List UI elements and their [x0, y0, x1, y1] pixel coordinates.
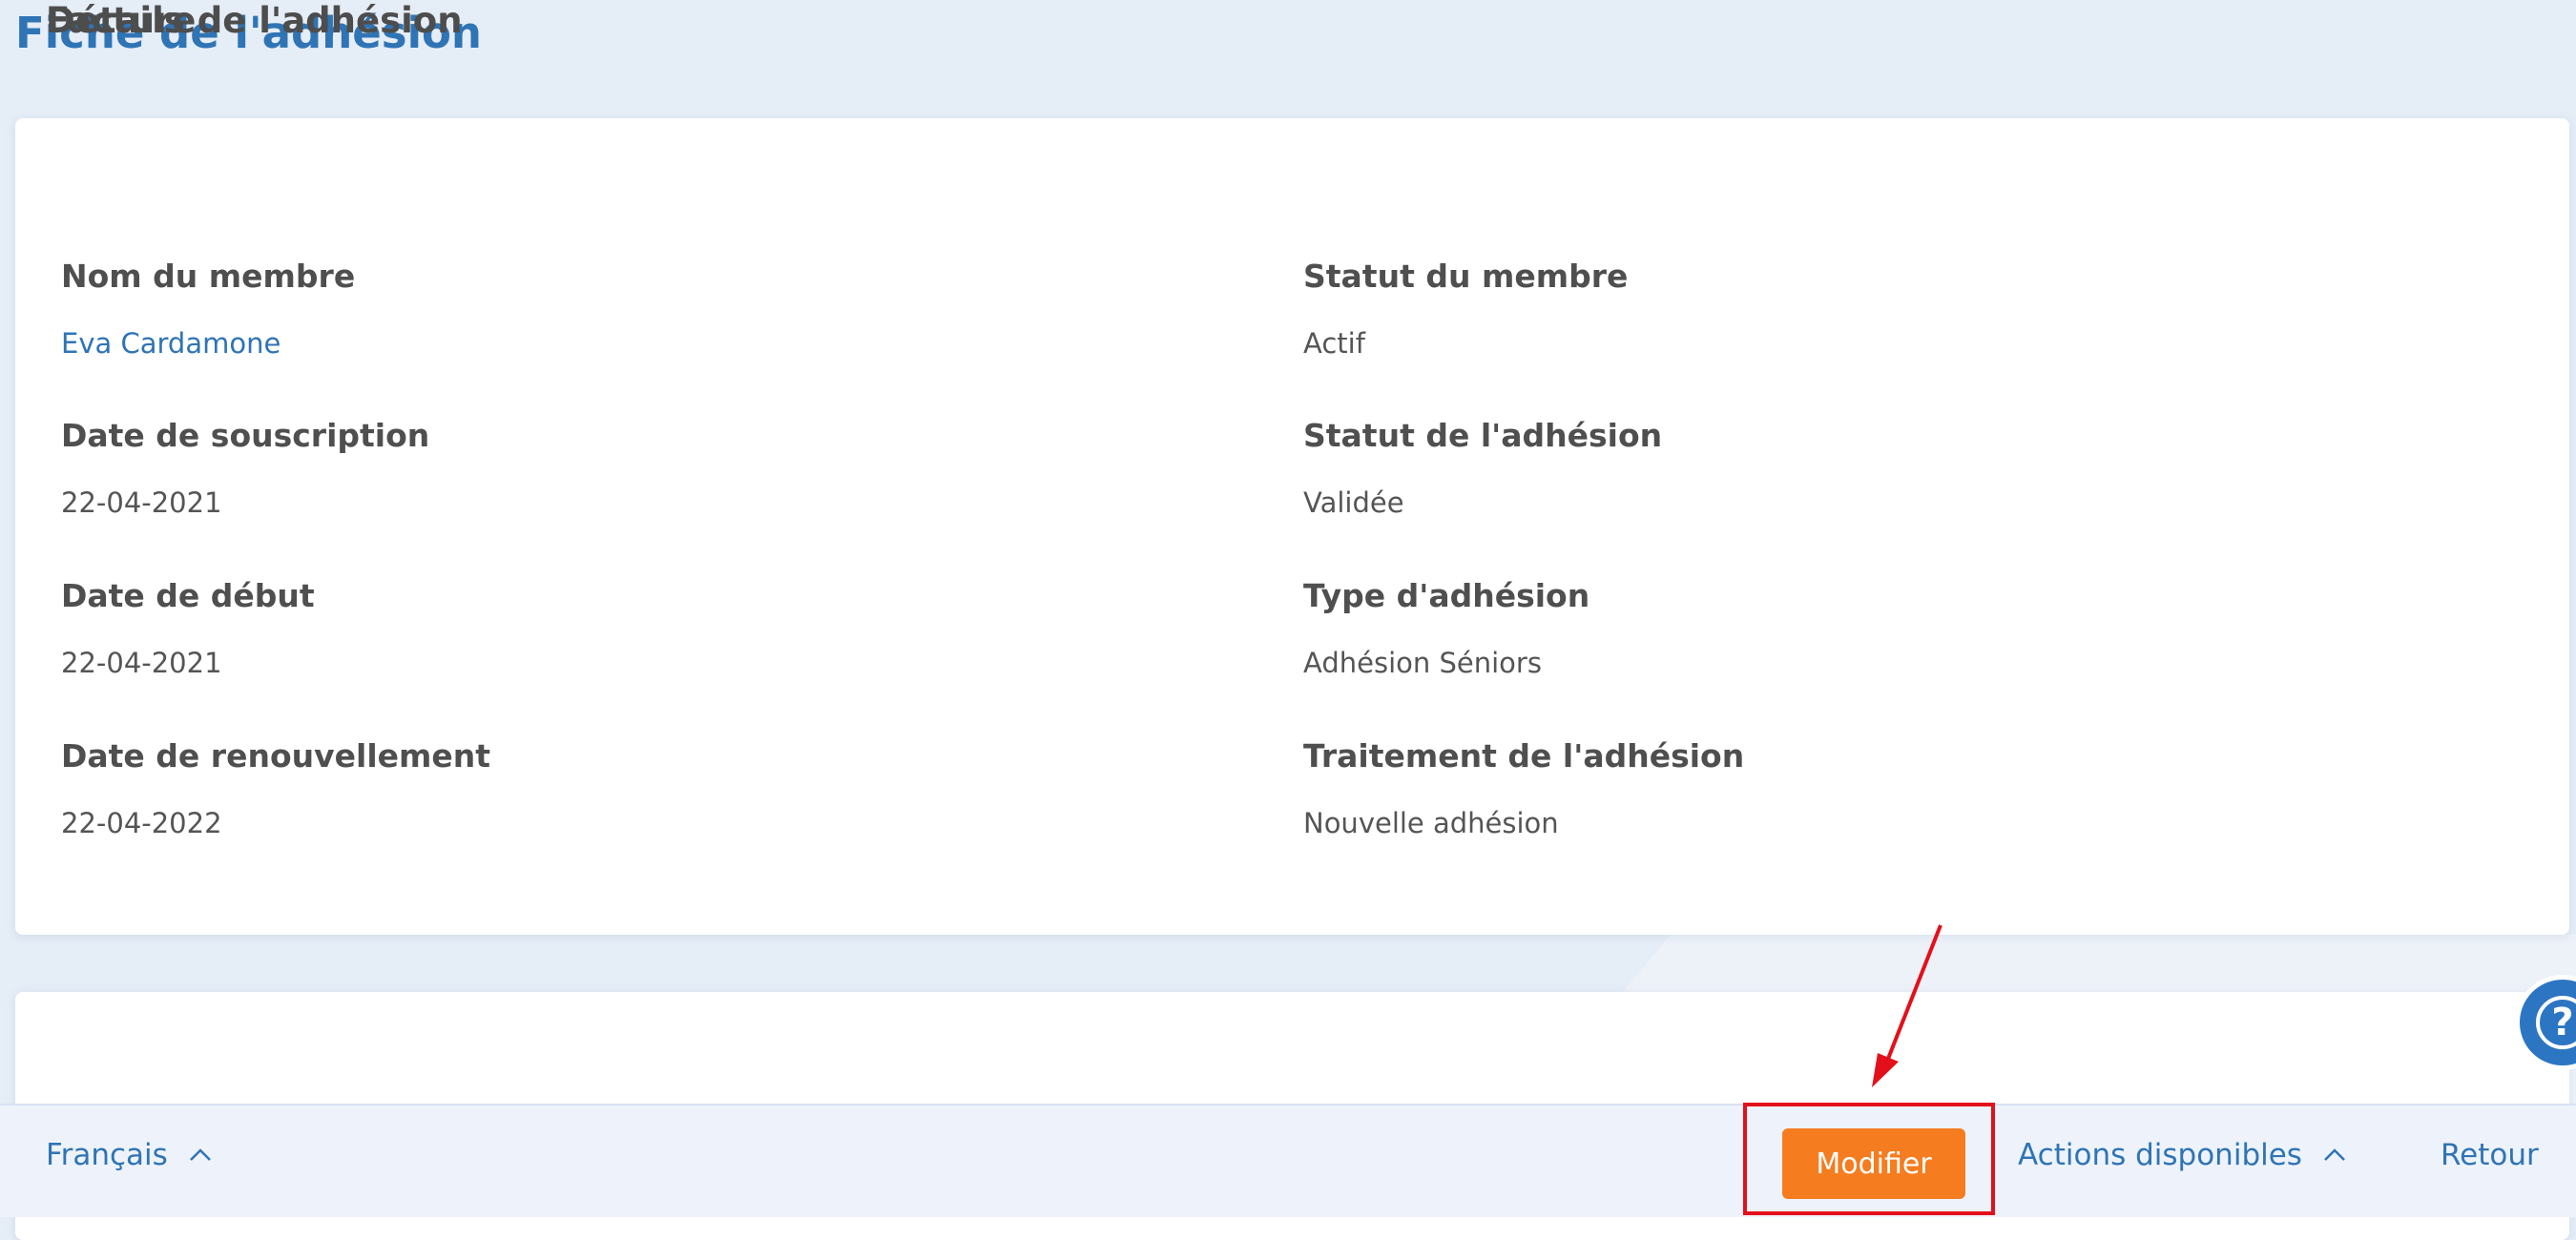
field-value: 22-04-2022	[61, 807, 222, 839]
member-name-link[interactable]: Eva Cardamone	[61, 327, 355, 360]
field-label: Nom du membre	[61, 258, 356, 295]
field-value: Nouvelle adhésion	[1303, 807, 1559, 839]
bottom-action-bar: Français Modifier Actions disponibles Re…	[0, 1104, 2576, 1217]
chevron-up-icon	[189, 1148, 211, 1161]
field-member-name: Nom du membre Eva Cardamone	[61, 258, 355, 360]
available-actions-label: Actions disponibles	[2018, 1138, 2302, 1172]
field-label: Type d'adhésion	[1303, 577, 1590, 614]
field-start-date: Date de début 22-04-2021	[61, 577, 315, 679]
chevron-up-icon	[2324, 1148, 2345, 1161]
invoice-title: Facture	[46, 0, 197, 41]
field-label: Statut du membre	[1303, 258, 1629, 295]
field-value: Actif	[1303, 327, 1365, 360]
available-actions-menu[interactable]: Actions disponibles	[2018, 1138, 2346, 1172]
field-value: 22-04-2021	[61, 647, 222, 679]
field-membership-type: Type d'adhésion Adhésion Séniors	[1303, 577, 1589, 679]
back-label: Retour	[2441, 1138, 2539, 1172]
field-value: Validée	[1303, 486, 1404, 519]
field-label: Date de renouvellement	[61, 737, 491, 775]
field-member-status: Statut du membre Actif	[1303, 258, 1628, 360]
field-renewal-date: Date de renouvellement 22-04-2022	[61, 737, 490, 839]
modify-button[interactable]: Modifier	[1782, 1128, 1965, 1199]
field-label: Date de souscription	[61, 417, 430, 454]
back-link[interactable]: Retour	[2441, 1138, 2539, 1172]
language-selector[interactable]: Français	[46, 1138, 212, 1172]
language-label: Français	[46, 1138, 168, 1172]
field-subscription-date: Date de souscription 22-04-2021	[61, 417, 429, 519]
help-circle-icon: ?	[2536, 996, 2576, 1049]
field-value: 22-04-2021	[61, 486, 222, 519]
field-membership-processing: Traitement de l'adhésion Nouvelle adhési…	[1303, 737, 1744, 839]
field-label: Statut de l'adhésion	[1303, 417, 1663, 454]
field-label: Date de début	[61, 577, 315, 614]
field-value: Adhésion Séniors	[1303, 647, 1542, 679]
field-label: Traitement de l'adhésion	[1303, 737, 1745, 775]
field-membership-status: Statut de l'adhésion Validée	[1303, 417, 1662, 519]
